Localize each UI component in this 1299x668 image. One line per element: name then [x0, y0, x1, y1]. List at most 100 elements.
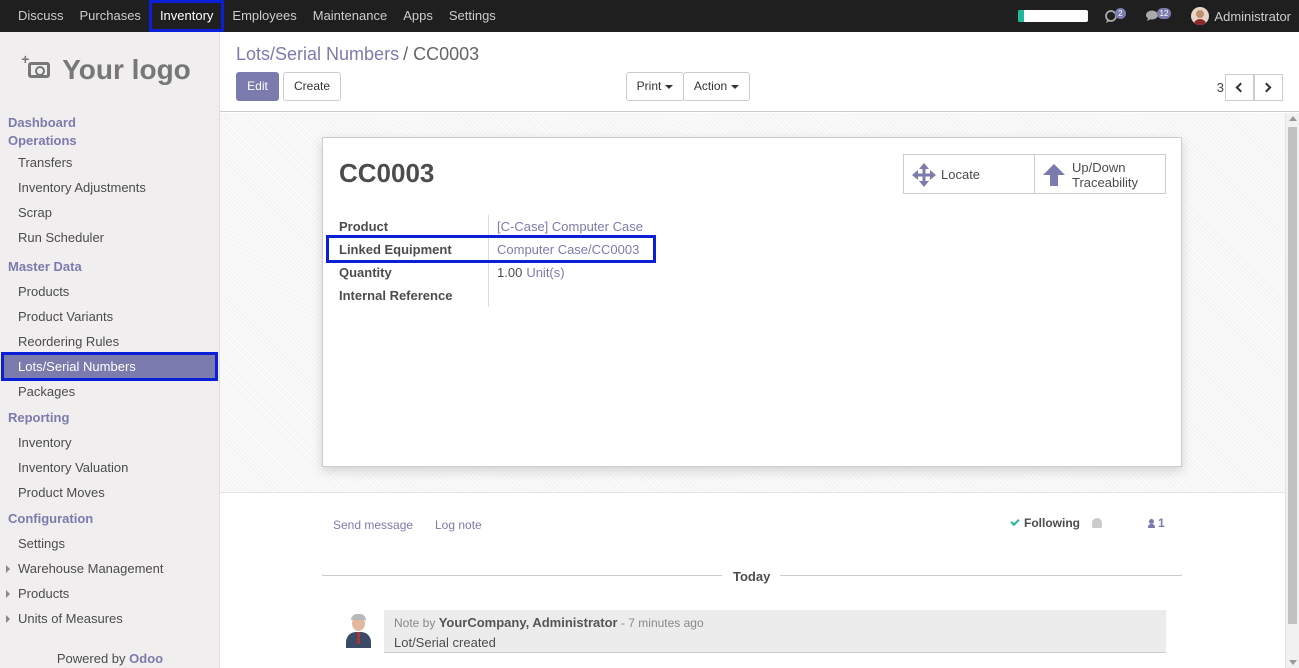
log-note-button[interactable]: Log note: [435, 518, 482, 532]
menu-inventory[interactable]: Inventory: [148, 0, 225, 32]
onboarding-progress-bar[interactable]: [1018, 10, 1089, 22]
sidebar-item-products[interactable]: Products: [0, 279, 219, 304]
caret-right-icon: [6, 615, 10, 623]
form-sheet: CC0003 Locate Up/Down Traceability Produ…: [322, 137, 1182, 467]
pager-next-button[interactable]: [1254, 74, 1283, 101]
caret-down-icon: [665, 84, 674, 89]
smart-buttons: Locate Up/Down Traceability: [903, 154, 1166, 194]
message-body: Lot/Serial created: [394, 635, 496, 650]
following-button[interactable]: Following: [1010, 516, 1080, 530]
scroll-up-icon[interactable]: [1289, 116, 1297, 121]
sidebar-item-inventory-adjustments[interactable]: Inventory Adjustments: [0, 175, 219, 200]
scroll-thumb[interactable]: [1288, 127, 1297, 624]
menu-employees[interactable]: Employees: [224, 0, 304, 32]
messages-button[interactable]: 2: [1104, 7, 1126, 23]
sidebar-item-config-products[interactable]: Products: [0, 581, 219, 606]
caret-down-icon: [731, 84, 740, 89]
logo-text: Your logo: [62, 54, 191, 85]
sidebar-item-inventory-valuation[interactable]: Inventory Valuation: [0, 455, 219, 480]
menu-purchases[interactable]: Purchases: [72, 0, 149, 32]
form-view-background: CC0003 Locate Up/Down Traceability Produ…: [220, 113, 1285, 493]
chatter: Send message Log note Following 1 Today …: [220, 494, 1285, 668]
locate-button[interactable]: Locate: [904, 155, 1034, 193]
message-border: [384, 652, 1166, 653]
field-label: Internal Reference: [339, 284, 489, 307]
highlight-box: [326, 235, 656, 263]
sidebar-item-lots-serial-numbers[interactable]: Lots/Serial Numbers: [1, 352, 218, 381]
locate-label: Locate: [941, 167, 981, 182]
breadcrumb-separator: /: [403, 44, 409, 64]
menu-maintenance[interactable]: Maintenance: [305, 0, 395, 32]
caret-right-icon: [6, 590, 10, 598]
sidebar-item-transfers[interactable]: Transfers: [0, 150, 219, 175]
message-time: - 7 minutes ago: [620, 616, 704, 630]
sidebar-item-warehouse-management[interactable]: Warehouse Management: [0, 556, 219, 581]
systray: 2 12 Administrator: [1018, 0, 1291, 32]
user-icon: [1148, 519, 1155, 528]
field-internal-reference: Internal Reference: [339, 284, 643, 307]
scroll-down-icon[interactable]: [1289, 660, 1297, 665]
traceability-button[interactable]: Up/Down Traceability: [1034, 155, 1165, 193]
breadcrumb: Lots/Serial Numbers / CC0003: [236, 44, 479, 65]
odoo-link[interactable]: Odoo: [129, 651, 163, 666]
user-avatar[interactable]: [1191, 7, 1210, 25]
sidebar-item-inventory-report[interactable]: Inventory: [0, 430, 219, 455]
followers-button[interactable]: 1: [1148, 516, 1165, 530]
menu-settings[interactable]: Settings: [441, 0, 504, 32]
create-button[interactable]: Create: [283, 72, 341, 101]
breadcrumb-parent[interactable]: Lots/Serial Numbers: [236, 44, 399, 64]
message-author[interactable]: YourCompany, Administrator: [439, 615, 618, 630]
quantity-value: 1.00 Unit(s): [497, 265, 565, 280]
pager-previous-button[interactable]: [1225, 74, 1254, 101]
vertical-scrollbar[interactable]: [1285, 113, 1299, 668]
activities-count-badge: 12: [1156, 7, 1172, 19]
date-divider-right: [780, 575, 1182, 576]
sidebar-section-configuration: Configuration: [8, 511, 94, 526]
sidebar-item-scrap[interactable]: Scrap: [0, 200, 219, 225]
main-area: Lots/Serial Numbers / CC0003 Edit Create P…: [220, 32, 1299, 668]
progress-fill: [1018, 10, 1024, 22]
move-arrows-icon: [912, 163, 936, 187]
action-dropdown[interactable]: Action: [683, 72, 750, 101]
field-label: Quantity: [339, 261, 489, 284]
message-item: Note by YourCompany, Administrator - 7 m…: [384, 610, 1166, 652]
company-logo[interactable]: Your logo: [0, 34, 219, 106]
app-menu: Discuss Purchases Inventory Employees Ma…: [0, 0, 504, 32]
edit-button[interactable]: Edit: [236, 72, 279, 101]
chevron-right-icon: [1261, 82, 1272, 93]
date-separator: Today: [733, 569, 771, 584]
sidebar-section-reporting: Reporting: [8, 410, 70, 425]
breadcrumb-current: CC0003: [413, 44, 480, 64]
sidebar-item-settings[interactable]: Settings: [0, 531, 219, 556]
activities-button[interactable]: 12: [1145, 7, 1172, 22]
menu-apps[interactable]: Apps: [395, 0, 441, 32]
sidebar-item-reordering-rules[interactable]: Reordering Rules: [0, 329, 219, 354]
bell-icon[interactable]: [1092, 518, 1102, 528]
sidebar-item-product-moves[interactable]: Product Moves: [0, 480, 219, 505]
date-divider-left: [322, 575, 722, 576]
record-title: CC0003: [339, 158, 435, 188]
send-message-button[interactable]: Send message: [333, 518, 413, 532]
messages-count-badge: 2: [1115, 7, 1126, 19]
sidebar-section-dashboard[interactable]: Dashboard: [0, 114, 219, 132]
menu-discuss[interactable]: Discuss: [10, 0, 72, 32]
top-navbar: Discuss Purchases Inventory Employees Ma…: [0, 0, 1299, 32]
chevron-left-icon: [1235, 82, 1246, 93]
camera-icon: [21, 51, 51, 78]
sidebar-item-product-variants[interactable]: Product Variants: [0, 304, 219, 329]
field-quantity: Quantity 1.00 Unit(s): [339, 261, 643, 284]
sidebar-item-packages[interactable]: Packages: [0, 379, 219, 404]
sidebar-section-operations: Operations: [8, 133, 77, 148]
message-header: Note by YourCompany, Administrator - 7 m…: [394, 615, 704, 630]
author-avatar[interactable]: [342, 612, 374, 648]
sidebar: Your logo Dashboard Operations Transfers…: [0, 32, 220, 668]
check-icon: [1010, 516, 1020, 527]
arrow-up-icon: [1043, 164, 1065, 186]
uom-link[interactable]: Unit(s): [526, 265, 564, 280]
product-link[interactable]: [C-Case] Computer Case: [489, 219, 643, 234]
sidebar-item-run-scheduler[interactable]: Run Scheduler: [0, 225, 219, 250]
print-dropdown[interactable]: Print: [626, 72, 684, 101]
user-name[interactable]: Administrator: [1214, 9, 1291, 24]
sidebar-item-units-of-measures[interactable]: Units of Measures: [0, 606, 219, 631]
powered-by: Powered by Odoo: [56, 651, 164, 666]
